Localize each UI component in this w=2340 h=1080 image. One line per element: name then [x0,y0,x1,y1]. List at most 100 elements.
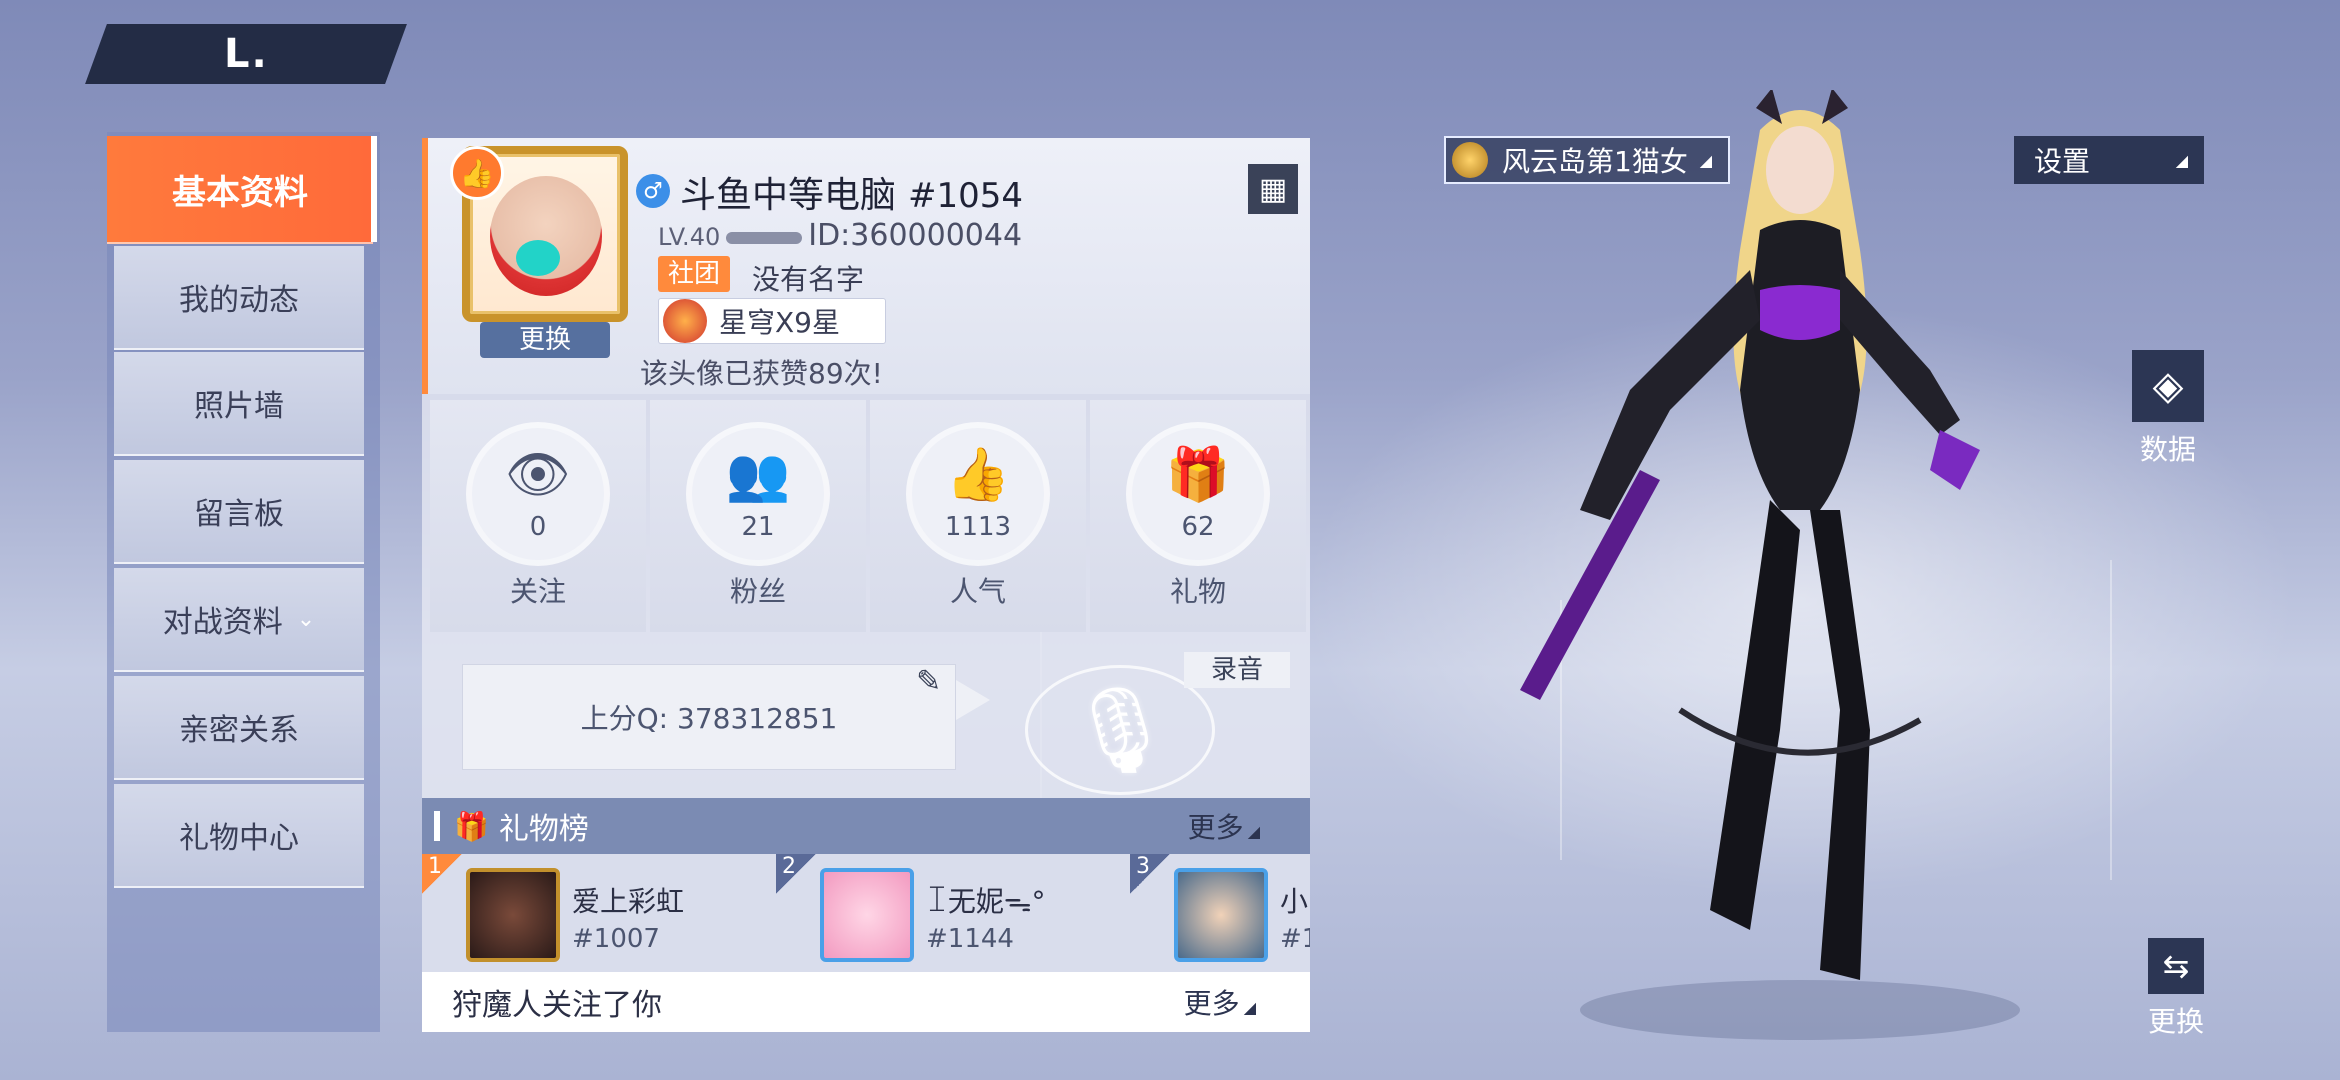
character-left-leg [1710,500,1800,930]
male-icon: ♂ [636,174,670,208]
change-avatar-button[interactable]: 更换 [480,322,610,358]
sidebar-item-battle-stats[interactable]: 对战资料 ⌄ [114,568,364,672]
fans-icon: 👥 [725,444,791,505]
user-id: ID:360000044 [808,218,1023,253]
gift-board-item[interactable]: 3 小 #1 [1130,854,1310,972]
sidebar-item-photo-wall[interactable]: 照片墙 [114,352,364,456]
swap-button[interactable]: ⇆ 更换 [2148,938,2204,1040]
gift-giver-name: 小 [1280,885,1309,918]
character-whip [1678,707,1922,756]
chevron-down-icon: ⌄ [296,606,316,632]
sidebar-item-basic-info[interactable]: 基本资料 [107,136,377,244]
sidebar-item-intimacy[interactable]: 亲密关系 [114,676,364,780]
rank-badge: 1 [422,854,462,894]
gift-board-header: 🎁 礼物榜 更多 ◢ [422,798,1310,854]
avatar-likes-note: 该头像已获赞89次! [640,357,883,390]
gift-icon: 🎁 [454,809,489,843]
stat-value: 1113 [944,512,1012,542]
character-body [1740,220,1860,510]
gift-board-list: 1 爱上彩虹 #1007 2 ꀤ无妮ᯓ° #1144 3 小 #1 [422,854,1310,972]
record-button[interactable]: 录音 [1184,652,1290,688]
character-left-arm [1580,270,1760,520]
sidebar-item-label: 礼物中心 [179,821,299,856]
sidebar-item-label: 留言板 [194,497,284,532]
character-chest-accent [1760,285,1840,340]
notification-text: 狩魔人关注了你 [452,988,662,1023]
triangle-icon: ◢ [2175,150,2188,170]
data-button[interactable]: ◈ 数据 [2132,350,2204,468]
sidebar-item-label: 基本资料 [172,172,308,213]
eye-icon: 👁 [505,444,572,505]
gift-giver-tag: #1144 [926,924,1014,954]
stat-follow[interactable]: 👁 0 关注 [430,400,646,632]
edit-icon[interactable]: ✎ [916,664,941,699]
stat-value: 21 [741,512,775,542]
character-shadow [1580,980,2020,1040]
triangle-icon: ◢ [1247,822,1260,841]
rank-badge: 3 [1130,854,1170,894]
gift-giver-tag: #1 [1280,924,1310,954]
stat-value: 62 [1181,512,1215,542]
nickname-tag: #1054 [908,176,1024,216]
sidebar-item-message-board[interactable]: 留言板 [114,460,364,564]
gift-board-item[interactable]: 1 爱上彩虹 #1007 [422,854,772,972]
stat-value: 0 [529,512,547,542]
sidebar-item-gift-center[interactable]: 礼物中心 [114,784,364,888]
stat-label: 礼物 [1169,575,1226,608]
back-glyph: L. [223,31,269,77]
stat-popularity[interactable]: 👍 1113 人气 [870,400,1086,632]
header-bar [434,811,440,841]
avatar-mask-blur [516,240,560,276]
notification-bar[interactable]: 狩魔人关注了你 更多 ◢ [422,972,1310,1032]
swap-label: 更换 [2148,1005,2205,1038]
avatar [820,868,914,962]
character-claw-right [1930,430,1980,490]
club-badge: 社团 [658,256,731,292]
signature-text: 上分Q: 378312851 [580,702,838,735]
triangle-icon: ◢ [1243,998,1256,1017]
qr-code-icon[interactable]: ▦ [1248,164,1298,214]
stat-gifts[interactable]: 🎁 62 礼物 [1090,400,1306,632]
gift-board-item[interactable]: 2 ꀤ无妮ᯓ° #1144 [776,854,1126,972]
title-name: 星穹X9星 [719,306,840,339]
gift-board-title: 礼物榜 [498,812,589,847]
level-text: LV.40 [658,223,721,251]
signature-box[interactable]: 上分Q: 378312851 [462,664,956,770]
sidebar-item-label: 我的动态 [179,283,299,318]
level-blur [726,232,803,244]
gift-giver-name: ꀤ无妮ᯓ° [926,885,1046,918]
stat-label: 人气 [949,575,1006,608]
data-diamond-icon: ◈ [2132,350,2204,422]
rank-badge: 2 [776,854,816,894]
gift-giver-name: 爱上彩虹 [572,885,685,918]
gift-icon: 🎁 [1165,444,1231,505]
sidebar-item-my-feed[interactable]: 我的动态 [114,246,364,350]
club-name[interactable]: 没有名字 [752,258,864,298]
nickname-text: 斗鱼中等电脑 [680,175,897,216]
avatar [466,868,560,962]
gift-giver-tag: #1007 [572,924,660,954]
notification-more-button[interactable]: 更多 ◢ [1184,982,1256,1022]
thumbs-up-icon: 👍 [945,444,1011,505]
avatar [1174,868,1268,962]
sidebar-item-label: 照片墙 [194,389,284,424]
avatar [490,176,602,296]
character-face [1766,126,1834,214]
sidebar-item-label: 对战资料 [162,605,283,640]
nickname: 斗鱼中等电脑 #1054 [680,166,1023,218]
title-chip[interactable]: 星穹X9星 [658,298,886,344]
gift-board-more-button[interactable]: 更多 ◢ [1188,806,1260,846]
thumbs-up-icon: 👍 [450,146,504,200]
sidebar-item-label: 亲密关系 [179,713,299,748]
character-model [1520,90,2020,1040]
signature-bubble-tail [956,680,990,720]
title-emblem-icon [663,299,707,343]
back-button[interactable]: L. [85,24,407,84]
more-label: 更多 [1183,987,1240,1020]
stat-label: 粉丝 [729,575,786,608]
swap-arrows-icon: ⇆ [2148,938,2204,994]
stat-label: 关注 [509,575,566,608]
more-label: 更多 [1187,811,1244,844]
stat-fans[interactable]: 👥 21 粉丝 [650,400,866,632]
level-line: LV.40 ID:360000044 [658,218,1022,253]
